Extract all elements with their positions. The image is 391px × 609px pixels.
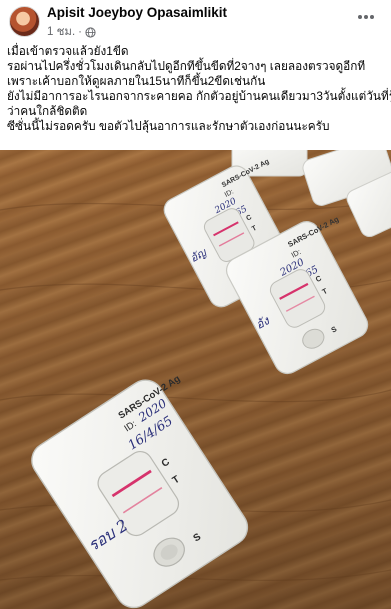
post-text-line: ยังไม่มีอาการอะไรนอกจากระคายคอ กักตัวอยู…: [7, 89, 391, 103]
post-author[interactable]: Apisit Joeyboy Opasaimlikit: [47, 5, 227, 20]
avatar[interactable]: [9, 6, 40, 37]
post-text-line: ว่าคนใกล้ชิดติด: [7, 104, 88, 118]
post-photo[interactable]: SARS-CoV-2 Ag ID: 2020 16/4/65 C T อัญ S…: [0, 150, 391, 609]
more-options-button[interactable]: [353, 7, 379, 27]
more-options-icon: [358, 15, 374, 19]
post-meta: 1 ชม. ·: [47, 23, 96, 41]
post-text-line: รอผ่านไปครึ่งชั่วโมงเดินกลับไปดูอีกทีขึ้…: [7, 59, 366, 73]
front-test-cassette: SARS-CoV-2 Ag ID: 2020 16/4/65 C T รอบ 2…: [31, 373, 249, 609]
post-text-line: ซีซั่นนี้ไม่รอดครับ ขอตัวไปลุ้นอาการและร…: [7, 119, 330, 133]
rapid-test-photo: SARS-CoV-2 Ag ID: 2020 16/4/65 C T อัญ S…: [0, 150, 391, 609]
post-text-line: เมื่อเข้าตรวจแล้วยัง1ขีด: [7, 44, 129, 58]
post-text-line: เพราะเค้าบอกให้ดูผลภายใน15นาทีก็ขึ้น2ขีด…: [7, 74, 266, 88]
globe-icon: [85, 26, 96, 38]
post-text: เมื่อเข้าตรวจแล้วยัง1ขีด รอผ่านไปครึ่งชั…: [7, 44, 391, 134]
post-header: Apisit Joeyboy Opasaimlikit 1 ชม. ·: [0, 0, 391, 40]
meta-separator: ·: [78, 26, 83, 38]
post-time[interactable]: 1 ชม.: [47, 23, 75, 41]
